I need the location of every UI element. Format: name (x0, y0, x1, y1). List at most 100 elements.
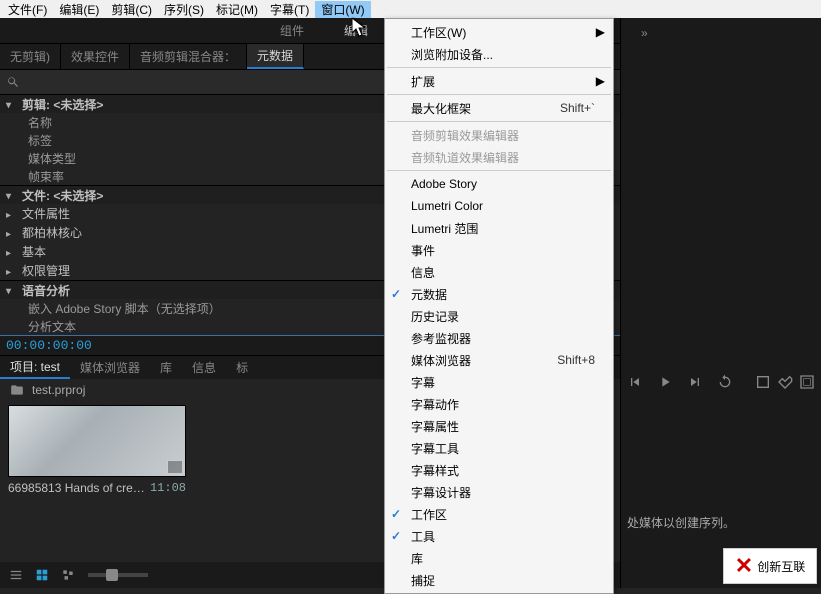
step-forward-icon[interactable] (687, 374, 703, 390)
menu-item-label: 最大化框架 (411, 100, 471, 117)
menu-item-元数据[interactable]: ✓ 元数据 (385, 283, 613, 305)
menu-item-字幕工具[interactable]: 字幕工具 (385, 437, 613, 459)
wrench-icon[interactable] (777, 374, 793, 390)
bin-icon (10, 383, 24, 397)
workspace-编辑[interactable]: 编辑 (344, 22, 368, 39)
menu-item-历史记录[interactable]: 历史记录 (385, 305, 613, 327)
loop-icon[interactable] (717, 374, 733, 390)
menu-item-最大化框架[interactable]: 最大化框架 Shift+` (385, 97, 613, 119)
check-icon: ✓ (391, 529, 401, 543)
menu-item-字幕属性[interactable]: 字幕属性 (385, 415, 613, 437)
window-menu-dropdown: 工作区(W) ▶ 浏览附加设备... 扩展 ▶ 最大化框架 Shift+` 音频剪辑效果编辑器… (384, 18, 614, 594)
overflow-chevron-icon[interactable]: » (641, 26, 648, 40)
menu-item-字幕样式[interactable]: 字幕样式 (385, 459, 613, 481)
zoom-slider[interactable] (88, 573, 148, 577)
meta-item-label: 基本 (22, 243, 46, 260)
menu-item-label: Lumetri Color (411, 199, 483, 213)
menu-窗口(W)[interactable]: 窗口(W) (315, 1, 370, 18)
menu-item-label: 库 (411, 550, 423, 567)
meta-item-label: 都柏林核心 (22, 224, 82, 241)
menu-标记(M)[interactable]: 标记(M) (210, 1, 264, 18)
project-tab-4[interactable]: 标 (226, 356, 258, 379)
list-view-button[interactable] (4, 565, 28, 585)
main-menubar: 文件(F)编辑(E)剪辑(C)序列(S)标记(M)字幕(T)窗口(W) (0, 0, 821, 18)
menu-item-工作区(W)[interactable]: 工作区(W) ▶ (385, 21, 613, 43)
menu-item-label: 工具 (411, 528, 435, 545)
menu-item-事件[interactable]: 事件 (385, 239, 613, 261)
menu-item-Lumetri 范围[interactable]: Lumetri 范围 (385, 217, 613, 239)
menu-序列(S)[interactable]: 序列(S) (158, 1, 210, 18)
menu-item-label: 字幕工具 (411, 440, 459, 457)
menu-剪辑(C)[interactable]: 剪辑(C) (105, 1, 158, 18)
icon-view-button[interactable] (30, 565, 54, 585)
panel-tab-1[interactable]: 效果控件 (61, 44, 130, 69)
play-icon[interactable] (657, 374, 673, 390)
menu-item-媒体浏览器[interactable]: 媒体浏览器Shift+8 (385, 349, 613, 371)
disclosure-triangle-icon[interactable] (6, 245, 18, 259)
disclosure-triangle-icon[interactable] (6, 188, 18, 202)
project-tab-1[interactable]: 媒体浏览器 (70, 356, 150, 379)
shortcut-label: Shift+8 (557, 353, 595, 367)
project-tab-3[interactable]: 信息 (182, 356, 226, 379)
disclosure-triangle-icon[interactable] (6, 97, 18, 111)
menu-编辑(E)[interactable]: 编辑(E) (53, 1, 105, 18)
clip-badge-icon (167, 460, 183, 474)
menu-item-音频剪辑效果编辑器: 音频剪辑效果编辑器 (385, 124, 613, 146)
menu-item-工具[interactable]: ✓ 工具 (385, 525, 613, 547)
menu-separator (387, 121, 611, 122)
safe-margins-icon[interactable] (799, 374, 815, 390)
menu-item-浏览附加设备...[interactable]: 浏览附加设备... (385, 43, 613, 65)
meta-section-label: 文件: <未选择> (22, 187, 103, 204)
clip-thumbnail[interactable] (8, 405, 186, 477)
menu-item-label: 工作区 (411, 506, 447, 523)
disclosure-triangle-icon[interactable] (6, 207, 18, 221)
menu-item-扩展[interactable]: 扩展 ▶ (385, 70, 613, 92)
menu-item-字幕动作[interactable]: 字幕动作 (385, 393, 613, 415)
meta-section-label: 剪辑: <未选择> (22, 96, 103, 113)
menu-item-工作区[interactable]: ✓工作区 (385, 503, 613, 525)
menu-item-label: 工作区(W) (411, 24, 466, 41)
menu-item-label: 元数据 (411, 286, 447, 303)
step-back-icon[interactable] (627, 374, 643, 390)
meta-item-label: 文件属性 (22, 205, 70, 222)
workspace-组件[interactable]: 组件 (280, 22, 304, 39)
menu-item-库[interactable]: 库 (385, 547, 613, 569)
menu-item-label: 历史记录 (411, 308, 459, 325)
disclosure-triangle-icon[interactable] (6, 264, 18, 278)
project-tab-0[interactable]: 项目: test (0, 356, 70, 379)
panel-tab-3[interactable]: 元数据 (247, 44, 304, 69)
menu-item-信息[interactable]: 信息 (385, 261, 613, 283)
menu-item-label: 扩展 (411, 73, 435, 90)
menu-文件(F)[interactable]: 文件(F) (2, 1, 53, 18)
menu-item-label: 音频剪辑效果编辑器 (411, 127, 519, 144)
disclosure-triangle-icon[interactable] (6, 283, 18, 297)
menu-item-参考监视器[interactable]: 参考监视器 (385, 327, 613, 349)
menu-item-label: Lumetri 范围 (411, 220, 478, 237)
export-frame-icon[interactable] (755, 374, 771, 390)
panel-tab-0[interactable]: 无剪辑) (0, 44, 61, 69)
menu-字幕(T)[interactable]: 字幕(T) (264, 1, 315, 18)
project-tab-2[interactable]: 库 (150, 356, 182, 379)
menu-item-字幕[interactable]: 字幕 (385, 371, 613, 393)
program-monitor-area: » 处媒体以创建序列。 (620, 18, 821, 588)
check-icon: ✓ (391, 287, 401, 301)
submenu-arrow-icon: ▶ (596, 25, 605, 39)
watermark-text: 创新互联 (757, 558, 805, 575)
menu-separator (387, 67, 611, 68)
menu-item-label: 字幕样式 (411, 462, 459, 479)
panel-tab-2[interactable]: 音频剪辑混合器： (130, 44, 247, 69)
disclosure-triangle-icon[interactable] (6, 226, 18, 240)
menu-item-label: 音频轨道效果编辑器 (411, 149, 519, 166)
freeform-view-button[interactable] (56, 565, 80, 585)
shortcut-label: Shift+` (560, 101, 595, 115)
menu-item-字幕设计器[interactable]: 字幕设计器 (385, 481, 613, 503)
submenu-arrow-icon: ▶ (596, 74, 605, 88)
menu-item-Lumetri Color[interactable]: Lumetri Color (385, 195, 613, 217)
clip-name[interactable]: 66985813 Hands of creativ... (8, 481, 150, 495)
menu-item-label: 浏览附加设备... (411, 46, 493, 63)
meta-section-label: 语音分析 (22, 282, 70, 299)
menu-item-音频轨道效果编辑器: 音频轨道效果编辑器 (385, 146, 613, 168)
menu-separator (387, 94, 611, 95)
menu-item-label: 捕捉 (411, 572, 435, 589)
menu-item-Adobe Story[interactable]: Adobe Story (385, 173, 613, 195)
